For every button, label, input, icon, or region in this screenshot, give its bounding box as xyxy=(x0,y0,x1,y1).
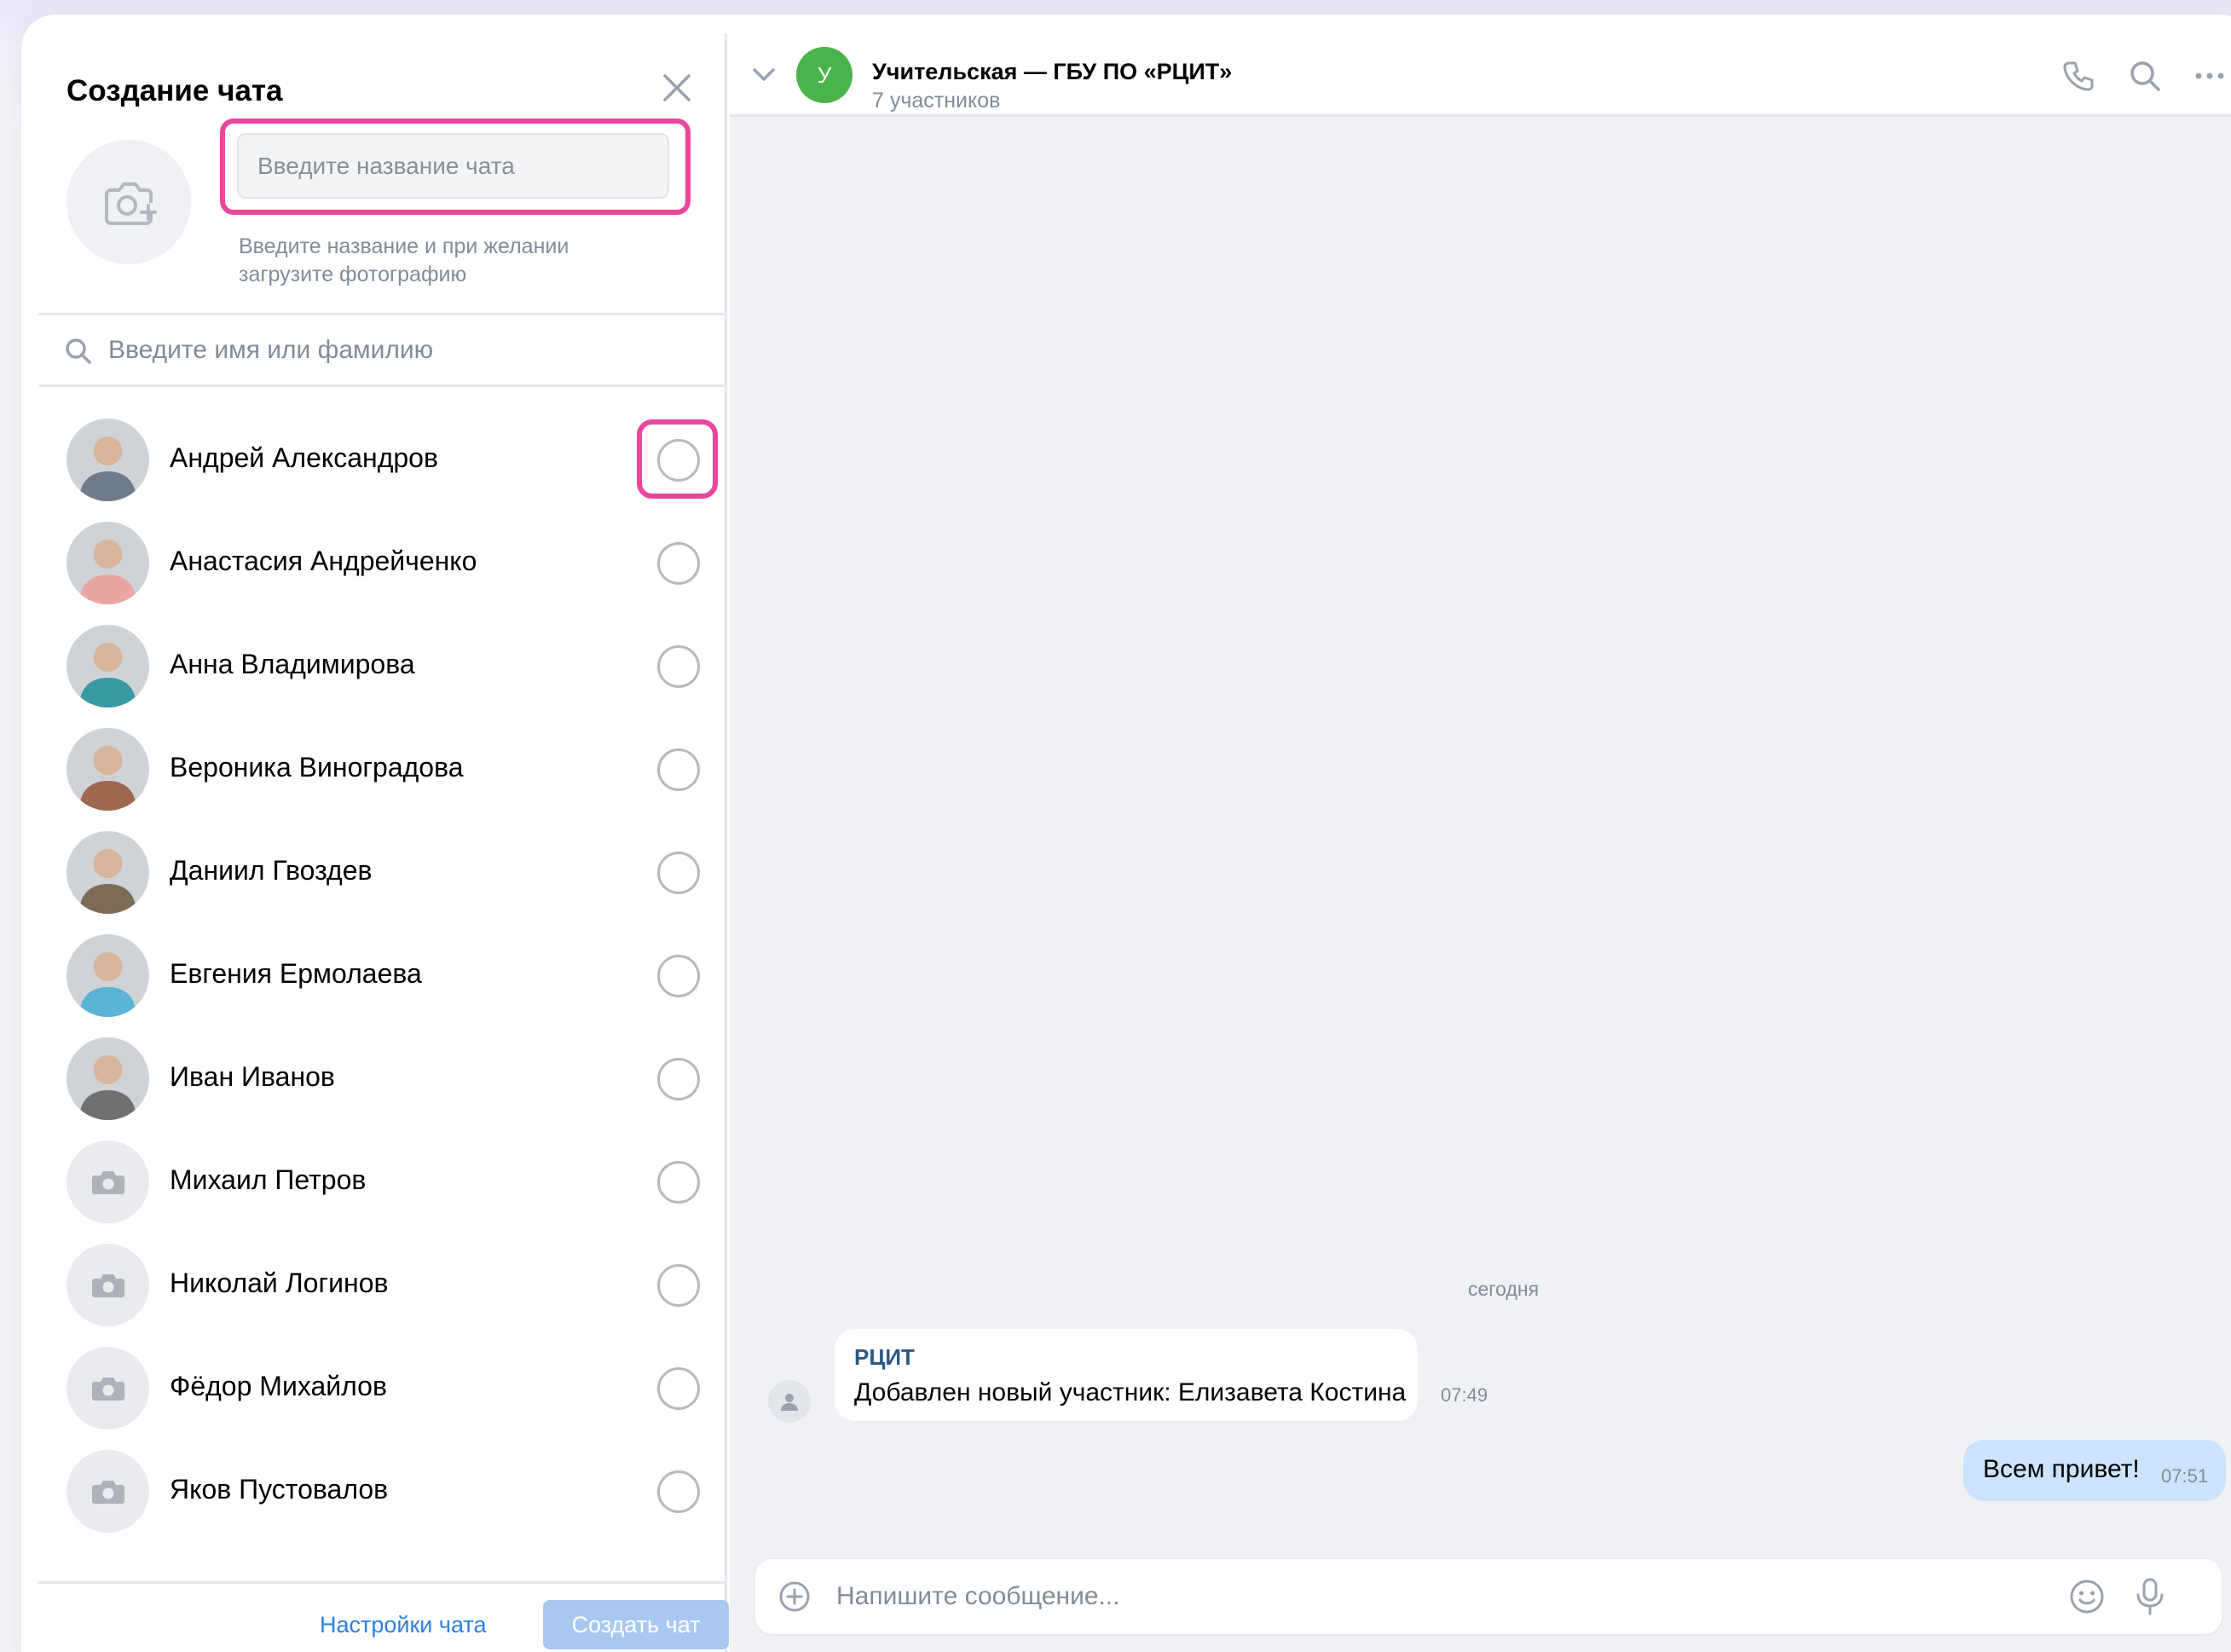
avatar xyxy=(66,419,149,501)
divider xyxy=(38,1581,727,1584)
search-icon[interactable] xyxy=(2128,59,2162,93)
contact-name: Иван Иванов xyxy=(170,1061,335,1092)
contact-row[interactable]: Анна Владимирова xyxy=(38,612,727,715)
contact-select-radio[interactable] xyxy=(657,1264,700,1307)
more-icon[interactable] xyxy=(2193,59,2227,93)
chat-avatar[interactable]: У xyxy=(796,47,853,103)
contact-name: Андрей Александров xyxy=(170,442,438,473)
system-avatar xyxy=(768,1380,811,1423)
contact-name: Яков Пустовалов xyxy=(170,1474,389,1505)
message-text: Всем привет! xyxy=(1983,1455,2140,1483)
contact-select-radio[interactable] xyxy=(657,645,700,688)
contact-row[interactable]: Николай Логинов xyxy=(38,1231,727,1334)
avatar-placeholder xyxy=(66,1244,149,1326)
contact-select-radio[interactable] xyxy=(657,1367,700,1410)
camera-plus-icon xyxy=(105,182,157,225)
divider xyxy=(38,313,727,315)
contact-select-radio[interactable] xyxy=(657,1161,700,1204)
chevron-down-icon[interactable] xyxy=(748,59,779,90)
close-icon[interactable] xyxy=(658,69,696,107)
search-icon xyxy=(66,338,91,364)
contact-row[interactable]: Яков Пустовалов xyxy=(38,1437,727,1540)
message-composer xyxy=(755,1559,2222,1634)
message-outgoing[interactable]: Всем привет! 07:51 xyxy=(1963,1440,2226,1501)
contact-name: Михаил Петров xyxy=(170,1164,367,1195)
contact-row[interactable]: Вероника Виноградова xyxy=(38,715,727,818)
avatar xyxy=(66,728,149,811)
message-text: Добавлен новый участник: Елизавета Кости… xyxy=(854,1378,1407,1407)
date-separator: сегодня xyxy=(1468,1278,1540,1300)
contact-search-input[interactable] xyxy=(108,325,705,376)
message-time: 07:49 xyxy=(1441,1384,1488,1406)
contact-search xyxy=(38,316,727,384)
create-chat-button[interactable]: Создать чат xyxy=(543,1600,729,1649)
emoji-icon[interactable] xyxy=(2068,1578,2106,1615)
camera-icon xyxy=(91,1377,124,1401)
contact-row[interactable]: Иван Иванов xyxy=(38,1025,727,1128)
user-icon xyxy=(781,1394,798,1411)
add-attachment-icon[interactable] xyxy=(777,1580,812,1614)
contact-name: Евгения Ермолаева xyxy=(170,958,422,989)
contact-name: Николай Логинов xyxy=(170,1268,389,1298)
create-chat-panel: Создание чата Введите название и при жел… xyxy=(38,33,729,1652)
chat-name-input[interactable] xyxy=(237,133,669,199)
chat-member-count[interactable]: 7 участников xyxy=(872,89,1000,113)
chat-name-hint: Введите название и при желании загрузите… xyxy=(239,234,569,286)
contact-select-radio[interactable] xyxy=(657,439,700,482)
avatar xyxy=(66,1037,149,1120)
contact-row[interactable]: Даниил Гвоздев xyxy=(38,818,727,921)
avatar xyxy=(66,934,149,1017)
contact-row[interactable]: Анастасия Андрейченко xyxy=(38,509,727,612)
dialog-title: Создание чата xyxy=(66,74,283,107)
message-incoming[interactable]: РЦИТ Добавлен новый участник: Елизавета … xyxy=(835,1329,1488,1421)
contact-name: Анастасия Андрейченко xyxy=(170,546,477,576)
avatar-placeholder xyxy=(66,1141,149,1223)
contact-name: Фёдор Михайлов xyxy=(170,1371,387,1401)
app-window: Создание чата Введите название и при жел… xyxy=(21,14,2231,1652)
avatar xyxy=(66,522,149,604)
camera-icon xyxy=(91,1170,124,1194)
contact-name: Даниил Гвоздев xyxy=(170,855,373,886)
contact-select-radio[interactable] xyxy=(657,1058,700,1100)
avatar-placeholder xyxy=(66,1347,149,1430)
camera-icon xyxy=(91,1480,124,1504)
chat-settings-link[interactable]: Настройки чата xyxy=(320,1612,486,1638)
contact-select-radio[interactable] xyxy=(657,852,700,894)
message-time: 07:51 xyxy=(2161,1465,2209,1487)
contact-list: Андрей Александров Анастасия Андрейченко А… xyxy=(38,406,727,1540)
contact-select-radio[interactable] xyxy=(657,1470,700,1513)
contact-name: Вероника Виноградова xyxy=(170,752,464,783)
chat-header: У Учительская — ГБУ ПО «РЦИТ» 7 участник… xyxy=(730,33,2231,117)
phone-icon[interactable] xyxy=(2061,59,2095,93)
contact-select-radio[interactable] xyxy=(657,542,700,585)
divider xyxy=(38,384,727,387)
contact-select-radio[interactable] xyxy=(657,955,700,997)
chat-title[interactable]: Учительская — ГБУ ПО «РЦИТ» xyxy=(872,59,1232,85)
microphone-icon[interactable] xyxy=(2131,1576,2169,1617)
contact-select-radio[interactable] xyxy=(657,748,700,791)
chat-panel: У Учительская — ГБУ ПО «РЦИТ» 7 участник… xyxy=(730,33,2231,1652)
contact-row[interactable]: Евгения Ермолаева xyxy=(38,921,727,1025)
contact-row[interactable]: Андрей Александров xyxy=(38,406,727,509)
avatar xyxy=(66,831,149,914)
avatar xyxy=(66,625,149,708)
avatar-placeholder xyxy=(66,1450,149,1533)
message-input[interactable] xyxy=(836,1571,2047,1622)
upload-photo-button[interactable] xyxy=(66,140,191,264)
contact-row[interactable]: Фёдор Михайлов xyxy=(38,1334,727,1437)
contact-row[interactable]: Михаил Петров xyxy=(38,1128,727,1231)
contact-name: Анна Владимирова xyxy=(170,649,415,679)
message-sender[interactable]: РЦИТ xyxy=(854,1344,915,1371)
camera-icon xyxy=(91,1274,124,1297)
